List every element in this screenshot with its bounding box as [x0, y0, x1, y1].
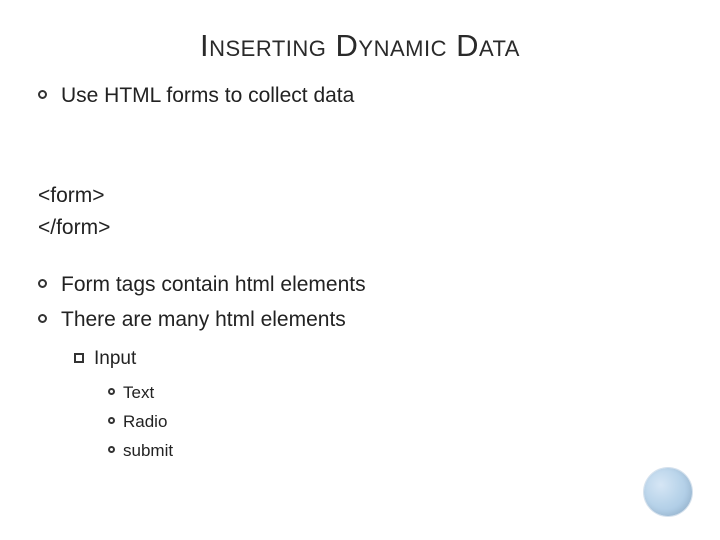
bullet-text: Radio — [123, 411, 167, 434]
bullet-icon — [38, 90, 47, 99]
list-item: Use HTML forms to collect data — [38, 82, 680, 110]
dot-icon — [108, 446, 115, 453]
bullet-text: Text — [123, 382, 154, 405]
bullet-text: There are many html elements — [61, 306, 346, 334]
bullet-icon — [38, 314, 47, 323]
dot-icon — [108, 388, 115, 395]
bullet-text: Use HTML forms to collect data — [61, 82, 354, 110]
list-item: Radio — [108, 411, 680, 434]
bullet-text: Input — [94, 346, 136, 372]
list-item: Text — [108, 382, 680, 405]
decorative-sphere-icon — [644, 468, 692, 516]
slide-title: Inserting Dynamic Data — [0, 28, 720, 64]
list-item: Input — [74, 346, 680, 372]
slide: Inserting Dynamic Data Use HTML forms to… — [0, 0, 720, 540]
dot-icon — [108, 417, 115, 424]
square-icon — [74, 353, 84, 363]
list-item: Form tags contain html elements — [38, 271, 680, 299]
list-item: submit — [108, 440, 680, 463]
code-line: </form> — [38, 212, 680, 244]
bullet-text: Form tags contain html elements — [61, 271, 366, 299]
bullet-text: submit — [123, 440, 173, 463]
list-item: There are many html elements — [38, 306, 680, 334]
slide-content: Use HTML forms to collect data <form> </… — [38, 82, 680, 468]
spacer — [38, 243, 680, 271]
spacer — [38, 116, 680, 180]
code-line: <form> — [38, 180, 680, 212]
bullet-icon — [38, 279, 47, 288]
